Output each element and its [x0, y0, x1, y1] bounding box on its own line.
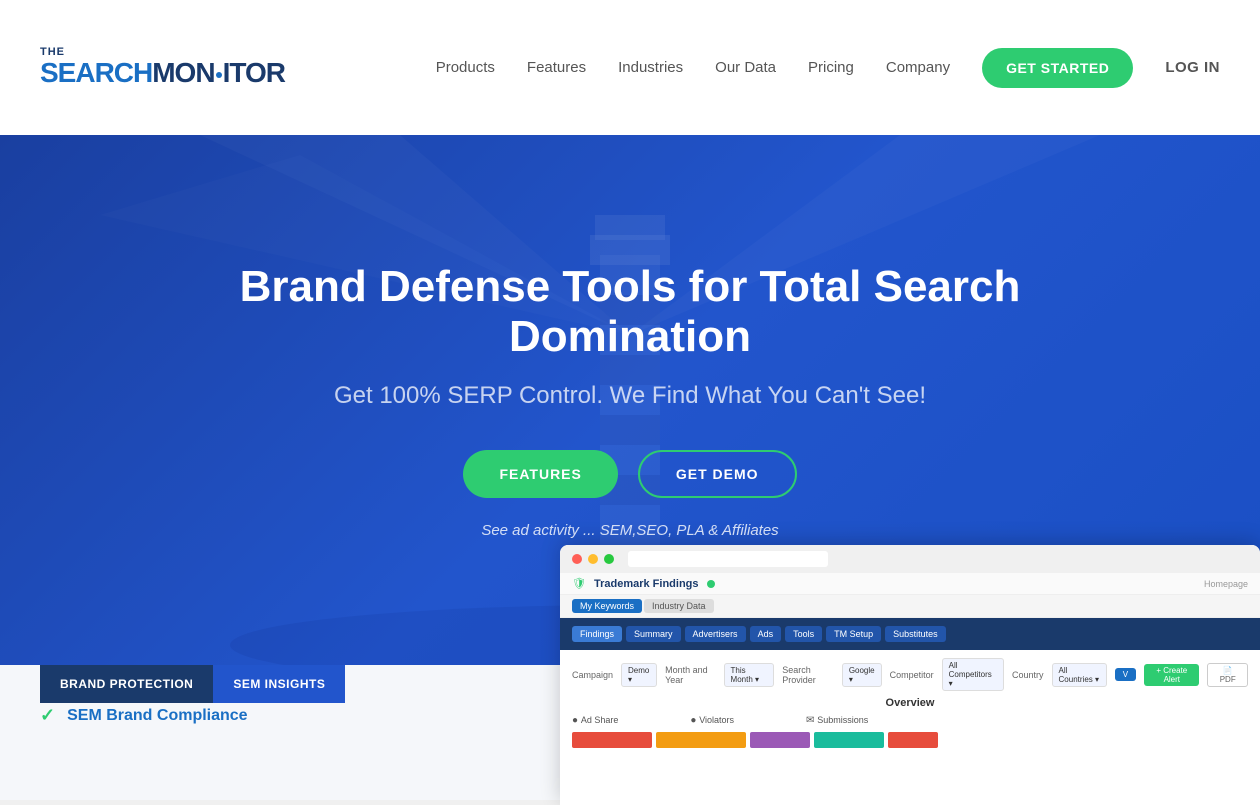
homepage-label: Homepage — [1204, 579, 1248, 589]
hero-tagline: See ad activity ... SEM,SEO, PLA & Affil… — [230, 522, 1030, 539]
hero-title: Brand Defense Tools for Total Search Dom… — [230, 262, 1030, 362]
filter-row: Campaign Demo ▾ Month and Year This Mont… — [572, 658, 1248, 691]
window-maximize-dot — [604, 554, 614, 564]
header: THE SEARCH MONITOR Products Features Ind… — [0, 0, 1260, 135]
feature-label: SEM Brand Compliance — [67, 707, 247, 725]
check-icon: ✓ — [40, 705, 55, 726]
nav-industries[interactable]: Industries — [618, 59, 683, 76]
dnav-tm-setup[interactable]: TM Setup — [826, 626, 881, 642]
filter-v-button[interactable]: V — [1115, 668, 1136, 681]
submissions-label: Submissions — [817, 715, 868, 725]
hero-content: Brand Defense Tools for Total Search Dom… — [230, 262, 1030, 539]
bar-teal — [814, 732, 884, 748]
demo-button[interactable]: GET DEMO — [638, 450, 797, 498]
metrics-row: ● Ad Share ● Violators ✉ Submissions — [572, 715, 1248, 726]
month-label: Month and Year — [665, 665, 715, 685]
feature-item: ✓ SEM Brand Compliance — [40, 705, 248, 726]
bar-orange — [656, 732, 746, 748]
campaign-label: Campaign — [572, 670, 613, 680]
logo[interactable]: THE SEARCH MONITOR — [40, 46, 285, 89]
main-nav: Products Features Industries Our Data Pr… — [436, 48, 1220, 88]
color-bars — [572, 732, 1248, 748]
month-select[interactable]: This Month ▾ — [724, 663, 775, 687]
provider-label: Search Provider — [782, 665, 834, 685]
mail-icon: ✉ — [806, 715, 817, 726]
nav-pricing[interactable]: Pricing — [808, 59, 854, 76]
logo-search: SEARCH — [40, 58, 152, 89]
nav-products[interactable]: Products — [436, 59, 495, 76]
provider-select[interactable]: Google ▾ — [842, 663, 882, 687]
metric-ad-share: ● Ad Share — [572, 715, 618, 726]
trademark-header: 🛡 Trademark Findings Homepage — [560, 573, 1260, 595]
tab-brand-protection[interactable]: BRAND PROTECTION — [40, 665, 213, 703]
browser-topbar — [560, 545, 1260, 573]
create-alert-button[interactable]: + Create Alert — [1144, 664, 1199, 686]
violators-label: Violators — [699, 715, 734, 725]
tab-industry-data[interactable]: Industry Data — [644, 599, 714, 613]
ad-share-label: Ad Share — [581, 715, 619, 725]
window-close-dot — [572, 554, 582, 564]
country-select[interactable]: All Countries ▾ — [1052, 663, 1107, 687]
dashboard-body: Campaign Demo ▾ Month and Year This Mont… — [560, 650, 1260, 756]
nav-features[interactable]: Features — [527, 59, 586, 76]
tab-my-keywords[interactable]: My Keywords — [572, 599, 642, 613]
status-badge — [707, 580, 715, 588]
url-bar — [628, 551, 828, 567]
metric-submissions: ✉ Submissions — [806, 715, 868, 726]
competitor-label: Competitor — [890, 670, 934, 680]
nav-company[interactable]: Company — [886, 59, 950, 76]
product-tabs: BRAND PROTECTION SEM INSIGHTS — [40, 665, 345, 703]
dnav-substitutes[interactable]: Substitutes — [885, 626, 946, 642]
shield-icon: 🛡 — [572, 577, 586, 590]
logo-main: SEARCH MONITOR — [40, 58, 285, 89]
metric-violators: ● Violators — [690, 715, 734, 726]
dnav-tools[interactable]: Tools — [785, 626, 822, 642]
tab-sem-insights[interactable]: SEM INSIGHTS — [213, 665, 345, 703]
bar-red2 — [888, 732, 938, 748]
dnav-summary[interactable]: Summary — [626, 626, 681, 642]
dashboard-preview: 🛡 Trademark Findings Homepage My Keyword… — [560, 545, 1260, 805]
get-started-button[interactable]: GET STARTED — [982, 48, 1133, 88]
logo-monitor: MONITOR — [152, 58, 285, 89]
hero-subtitle: Get 100% SERP Control. We Find What You … — [230, 382, 1030, 410]
window-minimize-dot — [588, 554, 598, 564]
country-label: Country — [1012, 670, 1044, 680]
dnav-ads[interactable]: Ads — [750, 626, 782, 642]
nav-our-data[interactable]: Our Data — [715, 59, 776, 76]
features-button[interactable]: FEATURES — [463, 450, 617, 498]
bottom-section: BRAND PROTECTION SEM INSIGHTS ✓ SEM Bran… — [0, 665, 1260, 800]
warning-icon: ● — [690, 715, 699, 726]
dashboard-nav: Findings Summary Advertisers Ads Tools T… — [560, 618, 1260, 650]
pdf-button[interactable]: 📄 PDF — [1207, 663, 1248, 687]
bar-red — [572, 732, 652, 748]
login-button[interactable]: LOG IN — [1165, 59, 1220, 76]
trademark-title: Trademark Findings — [594, 578, 699, 590]
overview-title: Overview — [572, 697, 1248, 709]
hero-buttons: FEATURES GET DEMO — [230, 450, 1030, 498]
keyword-tabs: My Keywords Industry Data — [560, 595, 1260, 618]
campaign-select[interactable]: Demo ▾ — [621, 663, 657, 687]
bar-purple — [750, 732, 810, 748]
dnav-findings[interactable]: Findings — [572, 626, 622, 642]
competitor-select[interactable]: All Competitors ▾ — [942, 658, 1004, 691]
envelope-icon: ● — [572, 715, 581, 726]
dnav-advertisers[interactable]: Advertisers — [685, 626, 746, 642]
